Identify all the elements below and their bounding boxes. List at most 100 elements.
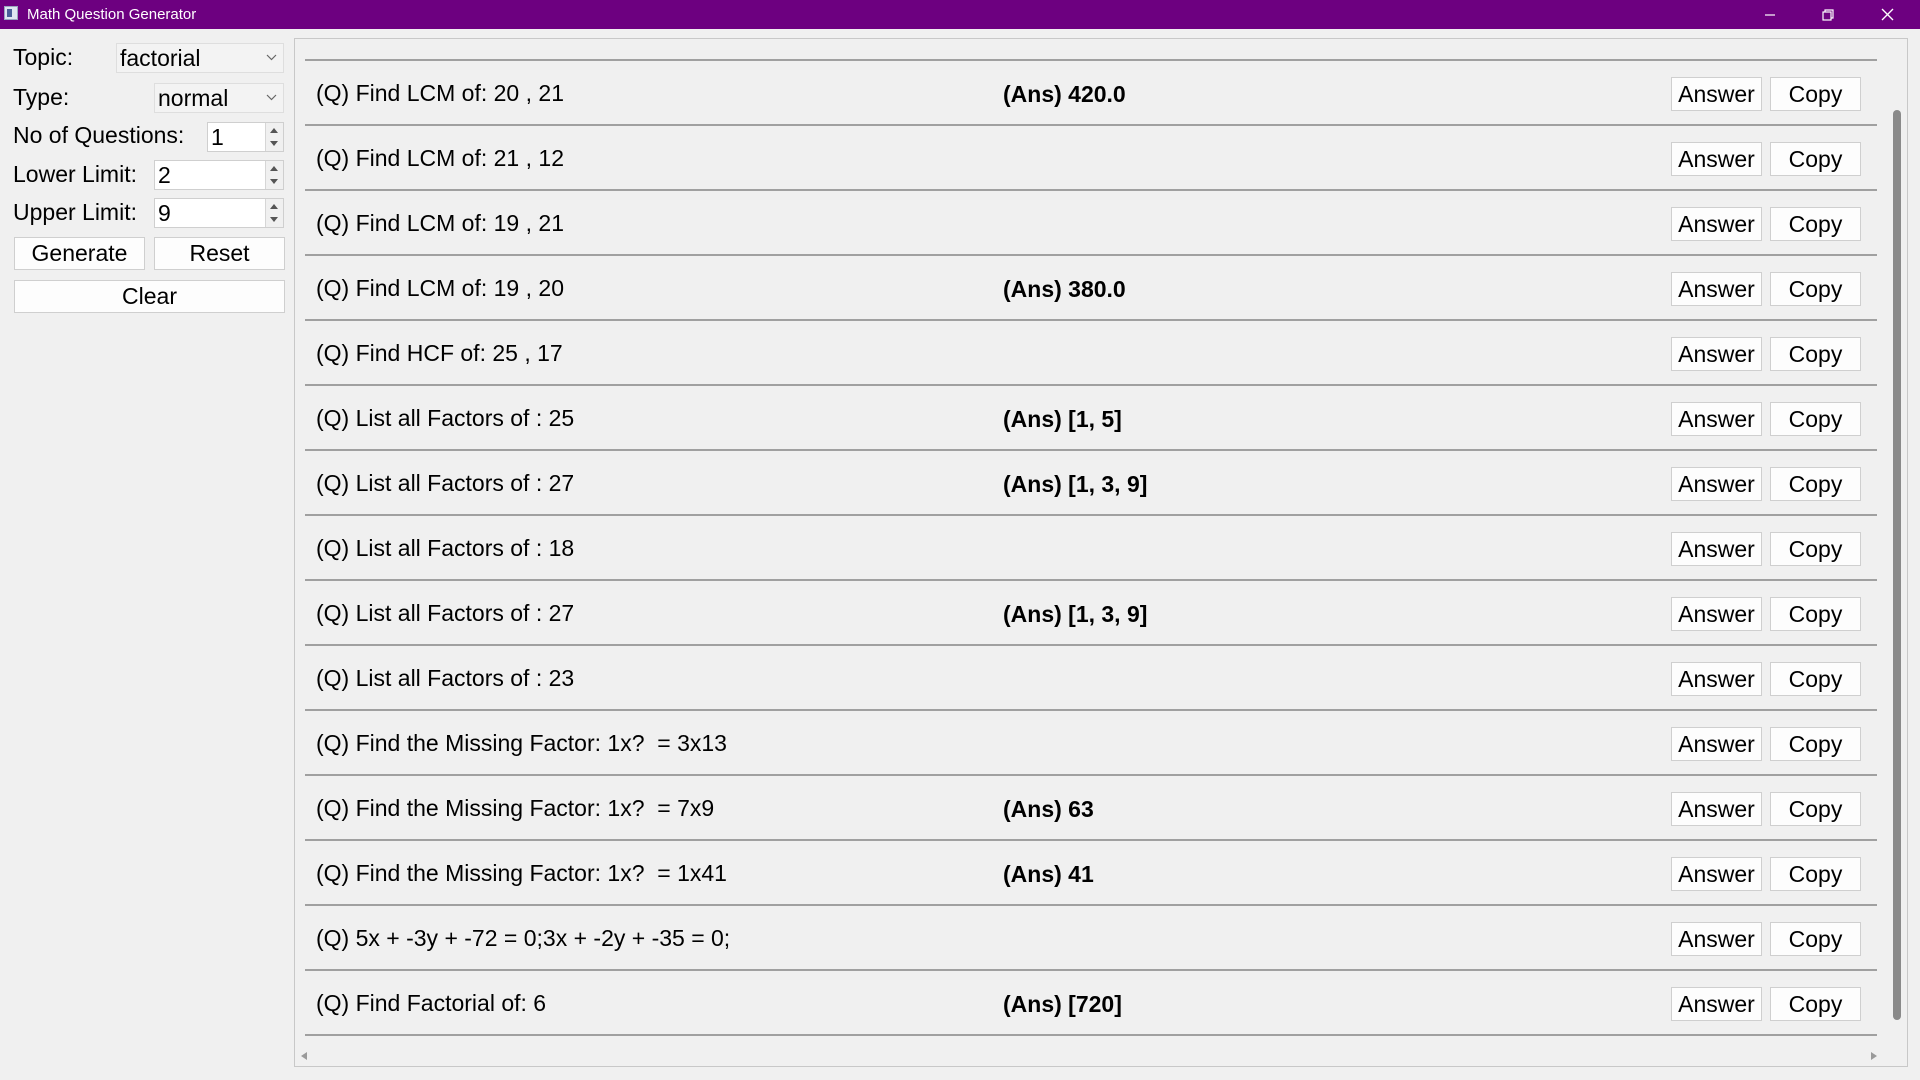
- copy-button[interactable]: Copy: [1770, 142, 1861, 176]
- spin-down-icon[interactable]: [270, 217, 278, 222]
- close-icon: [1881, 8, 1893, 21]
- copy-button[interactable]: Copy: [1770, 987, 1861, 1021]
- answer-button[interactable]: Answer: [1671, 272, 1762, 306]
- scroll-left-icon[interactable]: [301, 1052, 307, 1060]
- question-count-label: No of Questions:: [13, 122, 185, 148]
- restore-button[interactable]: [1799, 0, 1857, 29]
- type-label: Type:: [13, 84, 70, 110]
- question-row: (Q) Find the Missing Factor: 1x? = 3x13 A…: [305, 711, 1877, 776]
- spin-arrows[interactable]: [265, 199, 283, 227]
- answer-button[interactable]: Answer: [1671, 727, 1762, 761]
- minimize-icon: [1765, 13, 1775, 16]
- window-title: Math Question Generator: [27, 6, 197, 23]
- question-row: (Q) Find HCF of: 25 , 17 Answer Copy: [305, 321, 1877, 386]
- copy-button[interactable]: Copy: [1770, 337, 1861, 371]
- spin-up-icon[interactable]: [270, 204, 278, 209]
- question-row: (Q) Find LCM of: 21 , 12 Answer Copy: [305, 126, 1877, 191]
- upper-limit-spinbox[interactable]: 9: [154, 198, 284, 228]
- scrollbar-thumb[interactable]: [1893, 110, 1901, 1020]
- answer-text: (Ans) [1, 3, 9]: [1003, 601, 1148, 627]
- question-row: (Q) Find LCM of: 20 , 21 (Ans) 420.0 Answe…: [305, 61, 1877, 126]
- spin-arrows[interactable]: [265, 123, 283, 151]
- lower-limit-spinbox[interactable]: 2: [154, 160, 284, 190]
- answer-text: (Ans) [1, 3, 9]: [1003, 471, 1148, 497]
- restore-icon: [1822, 8, 1834, 21]
- answer-button[interactable]: Answer: [1671, 792, 1762, 826]
- question-text: (Q) Find LCM of: 19 , 20: [316, 275, 564, 301]
- topic-value: factorial: [120, 45, 201, 71]
- copy-button[interactable]: Copy: [1770, 402, 1861, 436]
- answer-button[interactable]: Answer: [1671, 337, 1762, 371]
- reset-button[interactable]: Reset: [154, 237, 285, 270]
- answer-text: (Ans) [720]: [1003, 991, 1122, 1017]
- copy-button[interactable]: Copy: [1770, 727, 1861, 761]
- question-text: (Q) List all Factors of : 18: [316, 535, 575, 561]
- answer-text: (Ans) 63: [1003, 796, 1094, 822]
- question-text: (Q) Find LCM of: 20 , 21: [316, 80, 564, 106]
- type-value: normal: [158, 85, 229, 111]
- copy-button[interactable]: Copy: [1770, 662, 1861, 696]
- close-button[interactable]: [1858, 0, 1916, 29]
- question-text: (Q) List all Factors of : 27: [316, 470, 575, 496]
- question-text: (Q) List all Factors of : 25: [316, 405, 575, 431]
- answer-button[interactable]: Answer: [1671, 662, 1762, 696]
- type-select[interactable]: normal: [154, 83, 284, 113]
- answer-button[interactable]: Answer: [1671, 142, 1762, 176]
- horizontal-scrollbar[interactable]: [295, 1046, 1887, 1066]
- app-icon: [4, 6, 18, 20]
- answer-text: (Ans) 380.0: [1003, 276, 1126, 302]
- question-text: (Q) Find LCM of: 21 , 12: [316, 145, 564, 171]
- title-bar: Math Question Generator: [0, 0, 1920, 29]
- question-text: (Q) 5x + -3y + -72 = 0;3x + -2y + -35 = …: [316, 925, 731, 951]
- spin-down-icon[interactable]: [270, 141, 278, 146]
- answer-button[interactable]: Answer: [1671, 207, 1762, 241]
- answer-button[interactable]: Answer: [1671, 467, 1762, 501]
- answer-button[interactable]: Answer: [1671, 987, 1762, 1021]
- question-text: (Q) List all Factors of : 27: [316, 600, 575, 626]
- question-text: (Q) Find HCF of: 25 , 17: [316, 340, 563, 366]
- answer-button[interactable]: Answer: [1671, 532, 1762, 566]
- question-row: (Q) Find the Missing Factor: 1x? = 7x9 (A…: [305, 776, 1877, 841]
- minimize-button[interactable]: [1741, 0, 1799, 29]
- answer-button[interactable]: Answer: [1671, 77, 1762, 111]
- spin-up-icon[interactable]: [270, 166, 278, 171]
- question-text: (Q) Find Factorial of: 6: [316, 990, 547, 1016]
- question-text: (Q) Find the Missing Factor: 1x? = 1x41: [316, 860, 727, 886]
- question-text: (Q) Find LCM of: 19 , 21: [316, 210, 564, 236]
- answer-button[interactable]: Answer: [1671, 922, 1762, 956]
- question-row: (Q) 5x + -3y + -72 = 0;3x + -2y + -35 = …: [305, 906, 1877, 971]
- question-count-value: 1: [211, 124, 224, 150]
- topic-select[interactable]: factorial: [116, 43, 284, 73]
- copy-button[interactable]: Copy: [1770, 922, 1861, 956]
- question-row: (Q) List all Factors of : 23 Answer Copy: [305, 646, 1877, 711]
- copy-button[interactable]: Copy: [1770, 792, 1861, 826]
- spin-down-icon[interactable]: [270, 179, 278, 184]
- spin-up-icon[interactable]: [270, 128, 278, 133]
- copy-button[interactable]: Copy: [1770, 532, 1861, 566]
- spin-arrows[interactable]: [265, 161, 283, 189]
- lower-limit-value: 2: [158, 162, 171, 188]
- topic-label: Topic:: [13, 44, 74, 70]
- question-row: (Q) List all Factors of : 27 (Ans) [1, 3,…: [305, 581, 1877, 646]
- question-text: (Q) List all Factors of : 23: [316, 665, 575, 691]
- copy-button[interactable]: Copy: [1770, 77, 1861, 111]
- question-row: (Q) List all Factors of : 25 (Ans) [1, 5]…: [305, 386, 1877, 451]
- question-list-panel: (Q) Find LCM of: 20 , 21 (Ans) 420.0 Answe…: [294, 38, 1908, 1067]
- answer-button[interactable]: Answer: [1671, 402, 1762, 436]
- partial-row: [305, 39, 1877, 61]
- copy-button[interactable]: Copy: [1770, 207, 1861, 241]
- copy-button[interactable]: Copy: [1770, 857, 1861, 891]
- chevron-down-icon: [266, 94, 277, 101]
- clear-button[interactable]: Clear: [14, 280, 285, 313]
- copy-button[interactable]: Copy: [1770, 467, 1861, 501]
- answer-button[interactable]: Answer: [1671, 597, 1762, 631]
- question-count-spinbox[interactable]: 1: [207, 122, 284, 152]
- question-row: (Q) List all Factors of : 27 (Ans) [1, 3,…: [305, 451, 1877, 516]
- copy-button[interactable]: Copy: [1770, 597, 1861, 631]
- generate-button[interactable]: Generate: [14, 237, 145, 270]
- answer-button[interactable]: Answer: [1671, 857, 1762, 891]
- vertical-scrollbar[interactable]: [1887, 39, 1907, 1048]
- question-text: (Q) Find the Missing Factor: 1x? = 7x9: [316, 795, 715, 821]
- scroll-right-icon[interactable]: [1871, 1052, 1877, 1060]
- copy-button[interactable]: Copy: [1770, 272, 1861, 306]
